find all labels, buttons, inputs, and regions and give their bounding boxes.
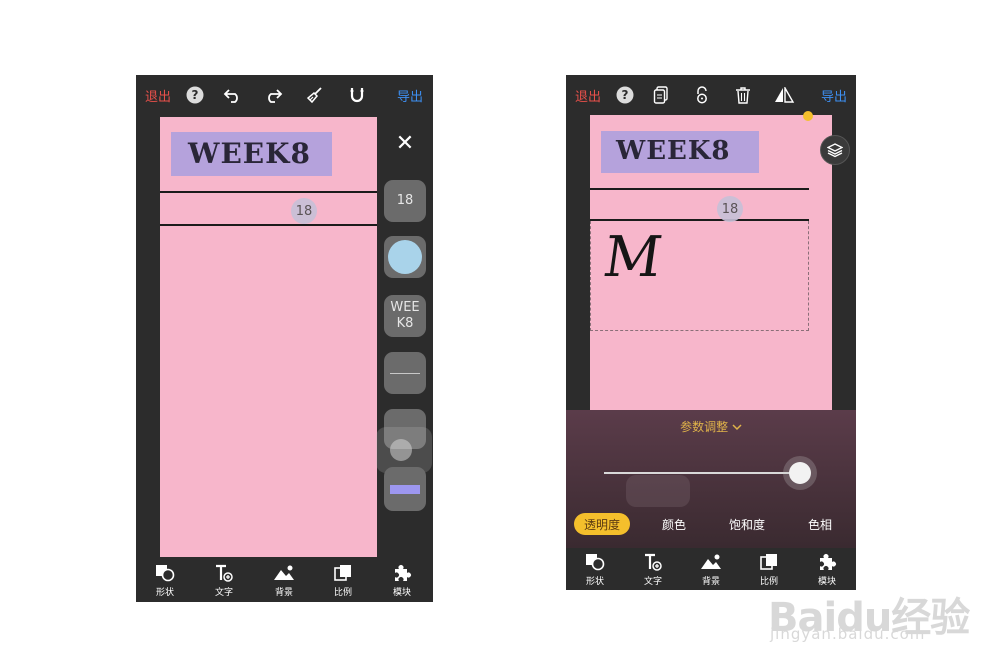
help-icon[interactable]: ? <box>614 75 636 115</box>
close-icon[interactable]: ✕ <box>394 133 416 155</box>
right-export-button[interactable]: 导出 <box>816 75 852 115</box>
bottom-item-label: 模块 <box>392 588 411 598</box>
bottom-item-ratio[interactable]: 比例 <box>320 564 366 598</box>
color-swatch-button[interactable] <box>384 236 426 278</box>
shape-icon <box>156 565 175 582</box>
resize-handle[interactable] <box>803 111 813 121</box>
divider-line <box>160 191 377 193</box>
background-icon <box>701 554 721 569</box>
background-icon <box>274 565 294 580</box>
divider-line <box>160 224 377 226</box>
tab-hue[interactable]: 色相 <box>798 513 842 535</box>
bottom-item-label: 背景 <box>274 588 293 598</box>
right-canvas[interactable]: WEEK8 18 M <box>590 111 832 415</box>
tab-color[interactable]: 颜色 <box>652 513 696 535</box>
help-icon[interactable]: ? <box>184 75 206 115</box>
bottom-item-module[interactable]: 模块 <box>379 564 425 598</box>
bottom-item-text[interactable]: 文字 <box>201 564 247 598</box>
left-bottom-toolbar: 形状 文字 背景 比例 模块 <box>136 564 433 602</box>
line-sample <box>390 372 420 374</box>
bottom-item-label: 背景 <box>701 577 720 587</box>
copy-icon[interactable] <box>650 75 672 115</box>
left-top-toolbar: 退出 ? 导出 <box>136 75 433 115</box>
svg-text:?: ? <box>192 88 199 102</box>
trash-icon[interactable] <box>732 75 754 115</box>
tab-opacity[interactable]: 透明度 <box>574 513 630 535</box>
right-top-toolbar: 退出 ? 导出 <box>566 75 856 115</box>
faded-thumbnail <box>626 475 690 507</box>
bottom-item-shape[interactable]: 形状 <box>142 564 188 598</box>
right-phone-screen: 退出 ? 导出 WEEK8 18 M 参数调整 透明度 颜色 饱和度 色相 形状… <box>566 75 856 590</box>
touch-point <box>390 439 412 461</box>
week-label-text: WEEK8 <box>188 137 311 170</box>
bottom-item-module[interactable]: 模块 <box>804 553 850 587</box>
opacity-slider-handle[interactable] <box>788 462 811 484</box>
layers-button[interactable] <box>820 135 850 165</box>
watermark-url: jingyan.baidu.com <box>770 625 926 643</box>
left-phone-screen: 退出 ? 导出 WEEK8 18 ✕ 18 WEE K8 形状 文字 背景 比例… <box>136 75 433 602</box>
color-swatch <box>388 240 422 274</box>
number-badge[interactable]: 18 <box>291 198 317 224</box>
left-export-button[interactable]: 导出 <box>392 75 428 115</box>
parameter-panel: 参数调整 透明度 颜色 饱和度 色相 <box>566 410 856 548</box>
bottom-item-background[interactable]: 背景 <box>261 564 307 598</box>
ratio-icon <box>334 565 351 581</box>
bottom-item-text[interactable]: 文字 <box>630 553 676 587</box>
lock-icon[interactable] <box>691 75 713 115</box>
bottom-item-shape[interactable]: 形状 <box>572 553 618 587</box>
puzzle-icon <box>820 554 836 570</box>
left-exit-button[interactable]: 退出 <box>140 75 176 115</box>
chevron-down-icon <box>732 420 742 434</box>
size-button[interactable]: 18 <box>384 180 426 222</box>
magnet-icon[interactable] <box>346 75 368 115</box>
fill-bar-button[interactable] <box>384 467 426 511</box>
panel-title[interactable]: 参数调整 <box>566 418 856 435</box>
svg-text:?: ? <box>622 88 629 102</box>
bottom-item-label: 形状 <box>585 577 604 587</box>
fill-bar-sample <box>390 484 420 494</box>
number-badge[interactable]: 18 <box>717 196 743 222</box>
bottom-item-label: 文字 <box>643 577 662 587</box>
bottom-item-ratio[interactable]: 比例 <box>746 553 792 587</box>
bottom-item-label: 比例 <box>333 588 352 598</box>
broom-icon[interactable] <box>304 75 326 115</box>
bottom-item-label: 形状 <box>155 588 174 598</box>
tab-saturation[interactable]: 饱和度 <box>721 513 773 535</box>
undo-icon[interactable] <box>222 75 244 115</box>
divider-line <box>590 188 809 190</box>
bottom-item-background[interactable]: 背景 <box>688 553 734 587</box>
handwriting-stroke: M <box>599 225 666 290</box>
puzzle-icon <box>395 565 411 581</box>
shape-icon <box>586 554 605 571</box>
text-style-button[interactable]: WEE K8 <box>384 295 426 337</box>
week-label-text: WEEK8 <box>616 136 731 166</box>
layers-icon <box>827 143 843 158</box>
left-canvas[interactable]: WEEK8 18 <box>160 117 377 557</box>
line-style-button[interactable] <box>384 352 426 394</box>
right-exit-button[interactable]: 退出 <box>570 75 606 115</box>
redo-icon[interactable] <box>262 75 284 115</box>
panel-title-text: 参数调整 <box>680 420 729 434</box>
ratio-icon <box>760 554 777 570</box>
opacity-slider-track[interactable] <box>604 472 808 474</box>
bottom-item-label: 文字 <box>214 588 233 598</box>
text-icon <box>645 553 662 571</box>
flip-icon[interactable] <box>772 75 796 115</box>
text-icon <box>216 564 233 582</box>
